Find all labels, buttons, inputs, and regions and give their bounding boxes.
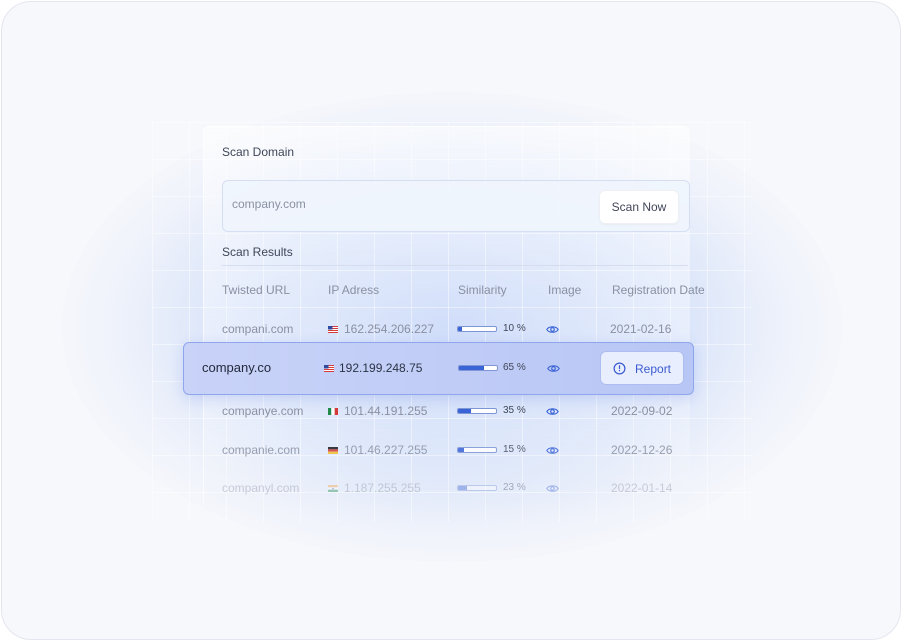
scan-results-title: Scan Results xyxy=(222,245,293,259)
column-header-similarity: Similarity xyxy=(458,283,507,297)
divider xyxy=(222,265,688,266)
row-date: 2021-02-16 xyxy=(610,322,672,336)
similarity-fill xyxy=(458,409,472,413)
row-date: 2022-12-26 xyxy=(611,443,673,457)
alert-circle-icon xyxy=(613,362,626,375)
row-ip: 162.254.206.227 xyxy=(344,322,435,336)
scan-input-box: company.com Scan Now xyxy=(222,180,690,232)
row-ip: 101.46.227.255 xyxy=(344,443,428,457)
similarity-value: 65 % xyxy=(503,362,526,373)
eye-icon[interactable] xyxy=(546,323,559,336)
table-row: compani.com 162.254.206.227 10 % 2021-02… xyxy=(0,320,902,340)
domain-input[interactable]: company.com xyxy=(232,197,306,211)
similarity-fill xyxy=(458,486,467,490)
in-flag-icon xyxy=(328,485,338,492)
column-header-registration-date: Registration Date xyxy=(612,283,705,297)
eye-icon[interactable] xyxy=(546,482,559,495)
de-flag-icon xyxy=(328,447,338,454)
similarity-value: 35 % xyxy=(503,405,526,416)
report-button[interactable]: Report xyxy=(600,351,684,385)
similarity-bar xyxy=(457,326,497,332)
us-flag-icon xyxy=(328,326,338,333)
table-row: companye.com 101.44.191.255 35 % 2022-09… xyxy=(0,402,902,422)
similarity-bar xyxy=(458,365,498,371)
row-date: 2022-09-02 xyxy=(611,404,673,418)
row-ip: 192.199.248.75 xyxy=(339,361,423,375)
similarity-value: 23 % xyxy=(503,482,526,493)
scan-domain-title: Scan Domain xyxy=(222,145,295,159)
table-row-highlighted[interactable]: company.co 192.199.248.75 65 % Report xyxy=(183,342,694,395)
similarity-fill xyxy=(459,366,484,370)
mx-flag-icon xyxy=(328,408,338,415)
row-date: 2022-01-14 xyxy=(611,481,673,495)
eye-icon[interactable] xyxy=(547,362,560,375)
column-header-url: Twisted URL xyxy=(222,283,291,297)
similarity-bar xyxy=(457,408,497,414)
eye-icon[interactable] xyxy=(546,444,559,457)
table-row: companyl.com 1.187.255.255 23 % 2022-01-… xyxy=(0,479,902,499)
similarity-bar xyxy=(457,485,497,491)
similarity-fill xyxy=(458,448,464,452)
row-url: companye.com xyxy=(222,404,304,418)
similarity-value: 15 % xyxy=(503,444,526,455)
row-url: companyl.com xyxy=(222,481,300,495)
row-url: compani.com xyxy=(222,322,294,336)
row-url: companie.com xyxy=(222,443,301,457)
similarity-value: 10 % xyxy=(503,323,526,334)
column-header-image: Image xyxy=(548,283,582,297)
column-header-ip: IP Adress xyxy=(328,283,380,297)
row-ip: 101.44.191.255 xyxy=(344,404,428,418)
us-flag-icon xyxy=(324,365,334,372)
row-url: company.co xyxy=(202,360,272,375)
similarity-bar xyxy=(457,447,497,453)
row-ip: 1.187.255.255 xyxy=(344,481,421,495)
table-row: companie.com 101.46.227.255 15 % 2022-12… xyxy=(0,441,902,461)
similarity-fill xyxy=(458,327,462,331)
scan-now-button[interactable]: Scan Now xyxy=(599,190,679,224)
eye-icon[interactable] xyxy=(546,405,559,418)
report-button-label: Report xyxy=(635,362,672,376)
